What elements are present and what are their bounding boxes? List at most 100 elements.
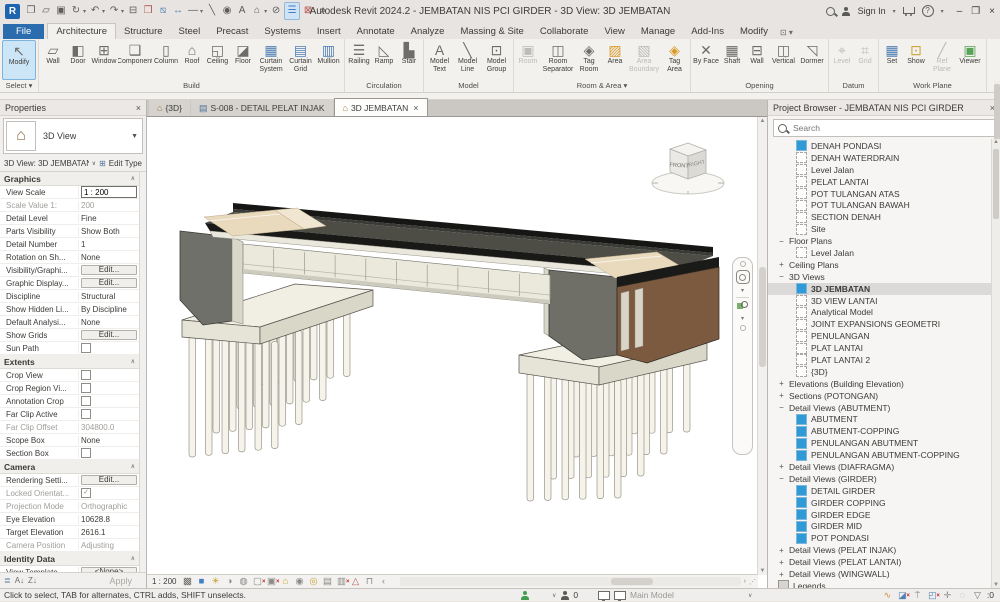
select-links-icon[interactable]: ∿	[882, 590, 893, 601]
undo-icon[interactable]: ↶	[88, 3, 102, 19]
crop-view-icon[interactable]: ▢×	[251, 576, 263, 587]
section-header-camera[interactable]: Camera∧	[0, 460, 139, 474]
tree-item-detail-views-girder[interactable]: −Detail Views (GIRDER)	[768, 473, 1000, 485]
instance-selector[interactable]: 3D View: 3D JEMBATAN	[4, 159, 89, 168]
scroll-right-icon[interactable]: ›	[744, 578, 746, 585]
panel-label-model[interactable]: Model	[424, 80, 513, 92]
select-underlay-icon[interactable]: ◪×	[897, 590, 908, 601]
filter-icon[interactable]: ▽	[972, 590, 983, 601]
instance-selector-caret-icon[interactable]: ∨	[92, 160, 96, 167]
tree-item-abutment[interactable]: ABUTMENT	[768, 413, 1000, 425]
wall-button[interactable]: ⊟Wall	[745, 40, 769, 80]
view-tab-3d-jembatan[interactable]: ⌂3D JEMBATAN×	[334, 98, 428, 116]
redo-icon[interactable]: ↷	[107, 3, 121, 19]
ribbon-tab-architecture[interactable]: Architecture	[47, 23, 116, 39]
open-icon[interactable]: ▱	[39, 3, 53, 19]
navbar-bottom-dot-icon[interactable]	[740, 325, 746, 331]
thin-lines-icon[interactable]: ☰	[284, 2, 300, 20]
default-3d-view-icon-caret[interactable]: ▾	[264, 8, 267, 15]
design-option-icon[interactable]	[614, 591, 626, 600]
print-icon[interactable]: ⊟	[126, 3, 140, 19]
tree-item-pot-tulangan-atas[interactable]: POT TULANGAN ATAS	[768, 188, 1000, 200]
property-edit-button[interactable]: Edit...	[81, 265, 137, 275]
sync-with-central-icon[interactable]: ↻	[69, 3, 83, 19]
mullion-button[interactable]: ▥Mullion	[315, 40, 342, 80]
model-line-button[interactable]: ╲Model Line	[454, 40, 481, 80]
ribbon-tab-precast[interactable]: Precast	[208, 24, 256, 39]
tree-expand-icon[interactable]: +	[778, 260, 785, 269]
property-checkbox[interactable]	[81, 409, 91, 419]
tree-item-pot-pondasi[interactable]: POT PONDASI	[768, 532, 1000, 544]
tree-item-girder-copping[interactable]: GIRDER COPPING	[768, 497, 1000, 509]
tree-item-detail-views-wingwall[interactable]: +Detail Views (WINGWALL)	[768, 568, 1000, 580]
aligned-dimension-icon[interactable]: ↔	[171, 3, 185, 19]
property-checkbox[interactable]	[81, 370, 91, 380]
section-collapse-icon[interactable]: ∧	[131, 555, 135, 562]
tree-item-3d-views[interactable]: −3D Views	[768, 271, 1000, 283]
temporary-view-properties-icon[interactable]: ▤	[321, 576, 333, 587]
tree-item-joint-expansions-geometri[interactable]: JOINT EXPANSIONS GEOMETRI	[768, 318, 1000, 330]
viewcube[interactable]: FRONT RIGHT	[652, 143, 724, 194]
tree-item-legends[interactable]: Legends	[768, 580, 1000, 588]
curtain-system-button[interactable]: ▦Curtain System	[256, 40, 286, 80]
section-collapse-icon[interactable]: ∧	[131, 175, 135, 182]
workflow-dropdown-icon[interactable]: ⊡ ▾	[780, 28, 793, 39]
select-pinned-icon[interactable]: ⍑	[912, 590, 923, 601]
tree-item-detail-views-diafragma[interactable]: +Detail Views (DIAFRAGMA)	[768, 461, 1000, 473]
tree-expand-icon[interactable]: +	[778, 570, 785, 579]
collaborate-users-icon[interactable]	[520, 591, 529, 600]
sort-descending-icon[interactable]: Z↓	[28, 576, 37, 585]
properties-close-icon[interactable]: ×	[136, 103, 141, 113]
save-icon[interactable]: ▣	[54, 3, 68, 19]
ribbon-tab-structure[interactable]: Structure	[116, 24, 171, 39]
workset-caret-icon[interactable]: ∨	[552, 592, 556, 599]
ribbon-tab-add-ins[interactable]: Add-Ins	[683, 24, 732, 39]
sign-in-button[interactable]: Sign In	[858, 6, 886, 16]
reveal-hidden-elements-icon[interactable]: ◎	[307, 576, 319, 587]
tag-room-button[interactable]: ◈Tag Room	[576, 40, 602, 80]
door-button[interactable]: ◧Door	[66, 40, 90, 80]
tree-item-section-denah[interactable]: SECTION DENAH	[768, 211, 1000, 223]
reveal-constraints-icon[interactable]: ⊓	[363, 576, 375, 587]
canvas-vertical-scrollbar[interactable]: ▲ ▼	[757, 117, 767, 575]
render-icon[interactable]: ◉	[220, 3, 234, 19]
tree-item-floor-plans[interactable]: −Floor Plans	[768, 235, 1000, 247]
navbar-top-dot-icon[interactable]	[740, 261, 746, 267]
navigation-bar[interactable]: ▾ ▾	[732, 257, 753, 455]
ribbon-tab-steel[interactable]: Steel	[171, 24, 209, 39]
tree-expand-icon[interactable]: −	[778, 272, 785, 281]
section-collapse-icon[interactable]: ∧	[131, 358, 135, 365]
scroll-down-icon[interactable]: ▼	[758, 568, 767, 574]
undo-icon-caret[interactable]: ▾	[102, 8, 105, 15]
analytical-model-icon[interactable]: △	[349, 576, 361, 587]
viewer-button[interactable]: ▣Viewer	[956, 40, 984, 80]
browser-scroll-up-icon[interactable]: ▲	[992, 139, 1000, 145]
tree-item-elevations-building-elevation[interactable]: +Elevations (Building Elevation)	[768, 378, 1000, 390]
tree-item-site[interactable]: Site	[768, 223, 1000, 235]
drawing-canvas[interactable]: FRONT RIGHT	[147, 116, 767, 588]
help-caret-icon[interactable]: ▾	[941, 8, 944, 15]
canvas-horizontal-scrollbar[interactable]	[400, 577, 740, 586]
temporary-hide-isolate-icon[interactable]: ◉	[293, 576, 305, 587]
worksharing-display-icon[interactable]: ▥×	[335, 576, 347, 587]
detail-line-icon[interactable]: —	[186, 3, 200, 19]
browser-scrollbar[interactable]: ▲ ▼	[991, 139, 1000, 588]
panel-label-circulation[interactable]: Circulation	[345, 80, 423, 92]
zoom-tool-icon[interactable]	[737, 301, 748, 312]
property-edit-button[interactable]: Edit...	[81, 330, 137, 340]
tree-expand-icon[interactable]: −	[778, 403, 785, 412]
steering-wheel-icon[interactable]	[736, 270, 750, 284]
drag-on-selection-icon[interactable]: ✛	[942, 590, 953, 601]
text-icon[interactable]: A	[235, 3, 249, 19]
edit-type-icon[interactable]: ⊞	[99, 159, 106, 168]
tree-expand-icon[interactable]: +	[778, 558, 785, 567]
ribbon-tab-modify[interactable]: Modify	[732, 24, 776, 39]
scroll-up-icon[interactable]: ▲	[758, 118, 767, 124]
section-header-identity-data[interactable]: Identity Data∧	[0, 552, 139, 566]
tree-item-penulangan-abutment-copping[interactable]: PENULANGAN ABUTMENT-COPPING	[768, 449, 1000, 461]
property-checkbox-checked[interactable]: ✓	[81, 488, 91, 498]
room-separator-button[interactable]: ◫Room Separator	[541, 40, 575, 80]
dormer-button[interactable]: ◹Dormer	[798, 40, 826, 80]
detail-level-icon[interactable]: ▩	[181, 576, 193, 587]
tag-icon[interactable]: ❒	[141, 3, 155, 19]
